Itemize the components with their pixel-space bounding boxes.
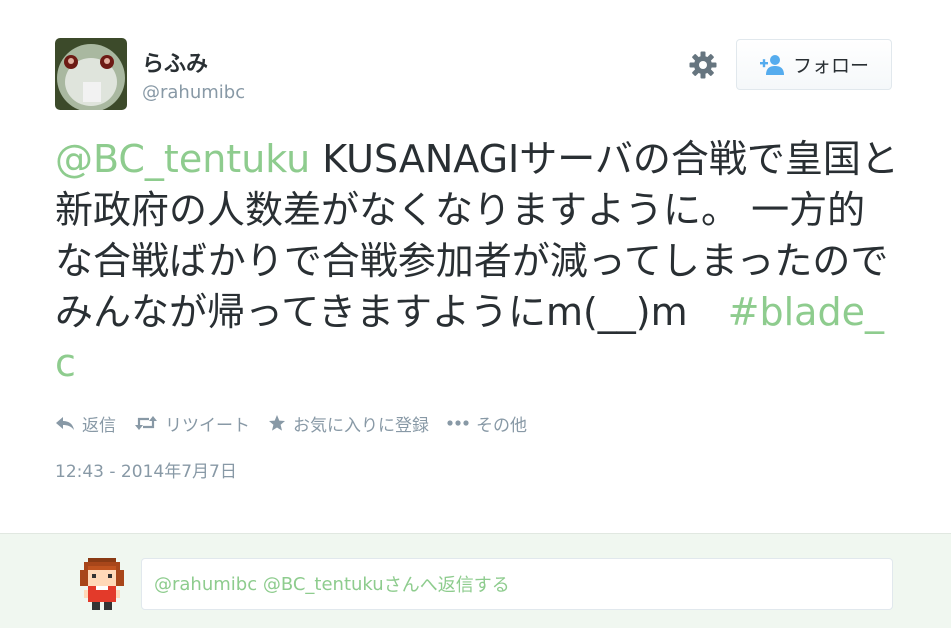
favorite-action[interactable]: お気に入りに登録 [268, 411, 429, 436]
follow-person-plus-icon [759, 54, 785, 76]
reply-input[interactable]: @rahumibc @BC_tentuku さんへ返信する [141, 558, 893, 610]
retweet-label: リツイート [165, 415, 250, 436]
tweet-mention-link[interactable]: @BC_tentuku [55, 137, 310, 181]
favorite-star-icon [269, 415, 285, 431]
more-label: その他 [476, 415, 527, 436]
reply-action[interactable]: 返信 [55, 411, 116, 436]
favorite-label: お気に入りに登録 [293, 415, 429, 436]
reply-icon [56, 417, 74, 430]
retweet-action[interactable]: リツイート [134, 411, 250, 436]
follow-button[interactable]: フォロー [736, 39, 892, 90]
retweet-icon [135, 416, 157, 430]
more-action[interactable]: その他 [447, 411, 527, 436]
tweet-text: @BC_tentuku KUSANAGIサーバの合戦で皇国と新政府の人数差がなく… [55, 134, 900, 389]
follow-button-label: フォロー [792, 55, 869, 77]
more-dots-icon [447, 420, 469, 426]
tweet-timestamp[interactable]: 12:43 - 2014年7月7日 [55, 457, 237, 482]
user-handle[interactable]: @rahumibc [142, 82, 245, 103]
reply-placeholder-suffix: さんへ返信する [383, 575, 510, 596]
tweet-card: らふみ @rahumibc フォロー @BC_tentuku KUSANAGIサ… [0, 0, 951, 533]
reply-label: 返信 [82, 415, 116, 436]
display-name[interactable]: らふみ [142, 46, 208, 78]
user-avatar[interactable] [55, 38, 127, 110]
current-user-avatar [76, 558, 128, 610]
gear-icon[interactable] [688, 50, 718, 80]
tweet-actions: 返信 リツイート お気に入りに登録 その他 [55, 410, 545, 436]
reply-mentions: @rahumibc @BC_tentuku [154, 573, 384, 595]
reply-area: @rahumibc @BC_tentuku さんへ返信する [0, 533, 951, 628]
